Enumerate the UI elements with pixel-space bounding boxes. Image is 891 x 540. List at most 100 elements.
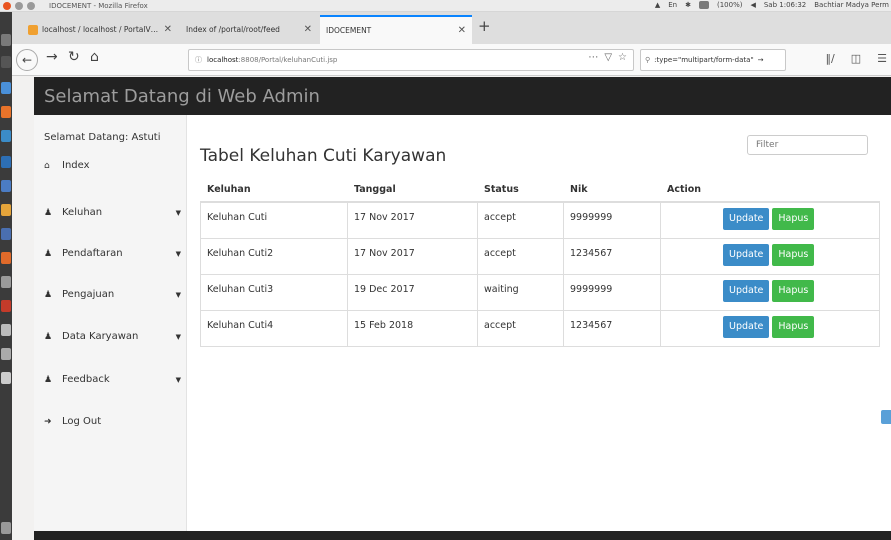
os-top-bar: IDOCEMENT - Mozilla Firefox ▲ En ✱ (100%… xyxy=(0,0,891,12)
app-icon-9[interactable] xyxy=(1,324,11,336)
sidebar-toggle-icon[interactable]: ◫ xyxy=(851,52,861,65)
app-icon-11[interactable] xyxy=(1,372,11,384)
search-go-icon[interactable]: → xyxy=(758,56,764,64)
cell-keluhan: Keluhan Cuti4 xyxy=(200,309,348,347)
hapus-button[interactable]: Hapus xyxy=(772,315,815,338)
sidebar-item-label: Pendaftaran xyxy=(62,248,123,259)
table-row: Keluhan Cuti4 15 Feb 2018 accept 1234567… xyxy=(200,309,880,347)
caret-down-icon: ▼ xyxy=(175,332,181,341)
sidebar-item-keluhan[interactable]: ♟ Keluhan ▼ xyxy=(44,207,181,218)
tab-label: Index of /portal/root/feed xyxy=(186,25,280,34)
pocket-icon[interactable]: ▽ xyxy=(604,52,612,63)
column-header-nik: Nik xyxy=(563,177,661,203)
sidebar-item-label: Log Out xyxy=(62,416,102,427)
forward-button[interactable]: → xyxy=(46,49,58,65)
trash-icon[interactable] xyxy=(1,522,11,534)
app-title[interactable]: Selamat Datang di Web Admin xyxy=(44,86,320,107)
cell-tanggal: 17 Nov 2017 xyxy=(347,201,478,238)
browser-tab-strip: localhost / localhost / PortalV1 / ✕ Ind… xyxy=(12,12,891,44)
close-icon[interactable]: ✕ xyxy=(304,24,312,35)
app-icon-3[interactable] xyxy=(1,180,11,192)
hapus-button[interactable]: Hapus xyxy=(772,208,815,230)
greeting-text: Selamat Datang: Astuti xyxy=(44,132,161,143)
search-value: :type="multipart/form-data" xyxy=(654,56,754,64)
chrome-icon[interactable] xyxy=(1,82,11,94)
maximize-window-button[interactable] xyxy=(27,1,35,10)
cell-action: Update Hapus xyxy=(660,273,880,310)
terminal-icon[interactable] xyxy=(1,56,11,68)
app-icon-10[interactable] xyxy=(1,348,11,360)
url-path: :8808/Portal/keluhanCuti.jsp xyxy=(238,56,338,64)
column-header-action: Action xyxy=(660,177,880,203)
cell-nik: 1234567 xyxy=(563,237,661,274)
app-icon-7[interactable] xyxy=(1,276,11,288)
bluetooth-icon[interactable]: ✱ xyxy=(685,1,691,9)
minimize-window-button[interactable] xyxy=(15,1,23,10)
sidebar-item-index[interactable]: ⌂ Index xyxy=(44,160,181,171)
cell-tanggal: 17 Nov 2017 xyxy=(347,237,478,274)
page-actions-icon[interactable]: ⋯ xyxy=(588,52,598,63)
tab-phpmyadmin[interactable]: localhost / localhost / PortalV1 / ✕ xyxy=(22,15,178,44)
app-icon-2[interactable] xyxy=(1,156,11,168)
hapus-button[interactable]: Hapus xyxy=(772,243,815,266)
cell-nik: 1234567 xyxy=(563,309,661,347)
update-button[interactable]: Update xyxy=(723,315,770,338)
files-icon[interactable] xyxy=(1,34,11,46)
cell-status: accept xyxy=(477,309,564,347)
side-widget-icon[interactable] xyxy=(881,410,891,424)
caret-down-icon: ▼ xyxy=(175,208,181,217)
app-icon-8[interactable] xyxy=(1,300,11,312)
sidebar-item-pengajuan[interactable]: ♟ Pengajuan ▼ xyxy=(44,289,181,300)
close-icon[interactable]: ✕ xyxy=(458,25,466,36)
clock[interactable]: Sab 1:06:32 xyxy=(764,1,806,9)
cell-status: waiting xyxy=(477,273,564,310)
filter-input[interactable] xyxy=(747,135,868,155)
sidebar-item-feedback[interactable]: ♟ Feedback ▼ xyxy=(44,374,181,385)
app-icon-1[interactable] xyxy=(1,130,11,142)
update-button[interactable]: Update xyxy=(723,279,770,302)
close-icon[interactable]: ✕ xyxy=(164,24,172,35)
wifi-icon[interactable]: ▲ xyxy=(655,1,660,9)
tab-label: IDOCEMENT xyxy=(326,26,372,35)
caret-down-icon: ▼ xyxy=(175,290,181,299)
users-icon: ♟ xyxy=(44,248,53,259)
volume-icon[interactable]: ◀ xyxy=(750,1,755,9)
cell-action: Update Hapus xyxy=(660,201,880,238)
info-icon[interactable]: ⓘ xyxy=(195,55,202,65)
cell-action: Update Hapus xyxy=(660,237,880,274)
url-host: localhost xyxy=(207,56,239,64)
back-button[interactable]: ← xyxy=(16,49,38,71)
tab-index-feed[interactable]: Index of /portal/root/feed ✕ xyxy=(180,15,318,44)
app-icon-4[interactable] xyxy=(1,204,11,216)
update-button[interactable]: Update xyxy=(723,208,770,230)
reload-button[interactable]: ↻ xyxy=(68,49,80,65)
page-content: Selamat Datang: Astuti ⌂ Index ♟ Keluhan… xyxy=(34,115,891,531)
firefox-icon[interactable] xyxy=(1,106,11,118)
new-tab-button[interactable]: + xyxy=(478,17,491,35)
sidebar-item-data-karyawan[interactable]: ♟ Data Karyawan ▼ xyxy=(44,331,181,342)
library-icon[interactable]: ‖∕ xyxy=(826,52,835,65)
table-row: Keluhan Cuti2 17 Nov 2017 accept 1234567… xyxy=(200,237,880,274)
sidebar-item-pendaftaran[interactable]: ♟ Pendaftaran ▼ xyxy=(44,248,181,259)
table-row: Keluhan Cuti3 19 Dec 2017 waiting 999999… xyxy=(200,273,880,310)
search-bar[interactable]: ⚲ :type="multipart/form-data" → xyxy=(640,49,786,71)
menu-icon[interactable]: ☰ xyxy=(877,52,887,65)
home-button[interactable]: ⌂ xyxy=(90,49,99,65)
phpmyadmin-icon xyxy=(28,24,38,35)
users-icon: ♟ xyxy=(44,207,53,218)
app-icon-5[interactable] xyxy=(1,228,11,240)
cell-keluhan: Keluhan Cuti3 xyxy=(200,273,348,310)
cell-tanggal: 15 Feb 2018 xyxy=(347,309,478,347)
language-indicator[interactable]: En xyxy=(668,1,677,9)
hapus-button[interactable]: Hapus xyxy=(772,279,815,302)
url-bar[interactable]: ⓘ localhost :8808/Portal/keluhanCuti.jsp… xyxy=(188,49,634,71)
app-icon-6[interactable] xyxy=(1,252,11,264)
tab-idocement[interactable]: IDOCEMENT ✕ xyxy=(320,15,472,44)
search-icon: ⚲ xyxy=(645,56,651,64)
sidebar-item-log-out[interactable]: ➜ Log Out xyxy=(44,416,181,427)
close-window-button[interactable] xyxy=(3,1,11,10)
battery-icon[interactable] xyxy=(698,1,709,9)
update-button[interactable]: Update xyxy=(723,243,770,266)
bookmark-star-icon[interactable]: ☆ xyxy=(618,52,627,63)
user-menu[interactable]: Bachtiar Madya Perm xyxy=(814,1,889,9)
